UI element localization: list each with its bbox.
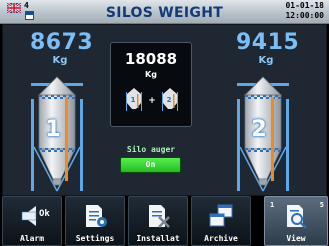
sum-operator: +	[148, 96, 156, 106]
silos-panel: 8673 Kg 9415 Kg 1 2 18088 Kg 1 + 2 Silo …	[2, 24, 327, 196]
silo-2-unit: Kg	[258, 55, 274, 66]
silo-2-number: 2	[251, 117, 267, 142]
silo-1-weight: 8673	[30, 30, 94, 55]
silo-2-weight: 9415	[236, 30, 300, 55]
installation-button-label: Installat	[136, 234, 180, 243]
clock: 01-01-18 12:00:00	[285, 1, 324, 21]
page-end: 5	[319, 201, 324, 209]
date-text: 01-01-18	[285, 1, 324, 10]
total-weight-box: 18088 Kg 1 + 2	[110, 42, 192, 127]
screen: 4 SILOS WEIGHT 01-01-18 12:00:00 8673 Kg…	[0, 0, 329, 246]
archive-button[interactable]: Archive	[191, 196, 251, 246]
time-text: 12:00:00	[285, 11, 324, 20]
silo-1-number: 1	[45, 117, 61, 142]
alarm-status: Ok	[39, 209, 50, 219]
alarm-button[interactable]: Ok Alarm	[2, 196, 62, 246]
silo-1[interactable]: 1	[31, 75, 93, 193]
silo-1-unit: Kg	[52, 55, 68, 66]
view-button-label: View	[286, 234, 306, 243]
silo-auger-label: Silo auger	[126, 145, 176, 154]
sum-left-number: 1	[131, 96, 136, 104]
silo-2[interactable]: 2	[237, 75, 299, 193]
settings-document-icon	[86, 205, 107, 227]
settings-button-label: Settings	[75, 234, 115, 243]
archive-windows-icon	[209, 204, 233, 227]
archive-button-label: Archive	[204, 234, 238, 243]
silo-auger-toggle[interactable]: On	[120, 157, 181, 173]
settings-button[interactable]: Settings	[65, 196, 125, 246]
total-weight-unit: Kg	[145, 70, 157, 79]
silo-sum-icon: 1 + 2	[126, 88, 178, 111]
total-weight-value: 18088	[124, 50, 178, 68]
sum-right-number: 2	[167, 96, 172, 104]
installation-tools-icon	[149, 205, 170, 228]
bottom-nav: Ok Alarm Settings Installat Archive View	[0, 196, 329, 246]
page-title: SILOS WEIGHT	[105, 5, 224, 21]
installation-button[interactable]: Installat	[128, 196, 188, 246]
page-start: 1	[270, 201, 275, 209]
top-bar: 4 SILOS WEIGHT 01-01-18 12:00:00	[0, 0, 329, 24]
view-search-icon	[287, 205, 307, 229]
alarm-button-label: Alarm	[19, 234, 45, 243]
